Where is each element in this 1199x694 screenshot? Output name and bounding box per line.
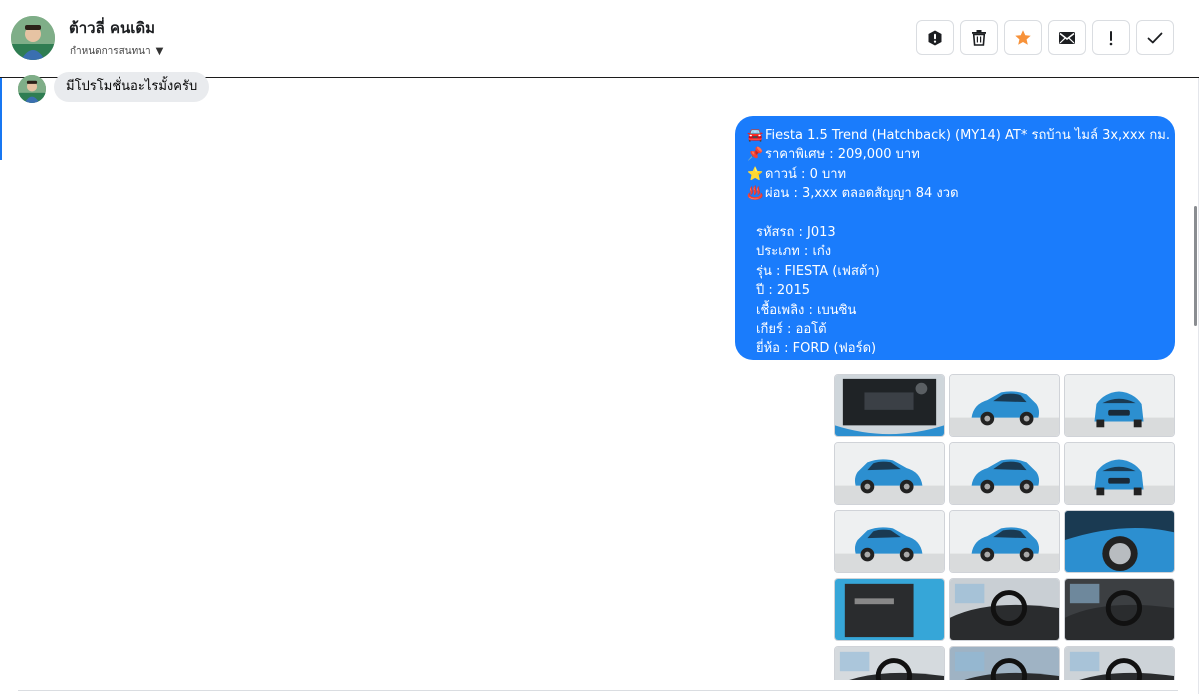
star-button[interactable]: [1004, 20, 1042, 55]
pin-emoji-icon: 📌: [747, 147, 764, 163]
spec-line: เชื้อเพลิง : เบนซิน: [756, 302, 857, 318]
sender-avatar: [18, 75, 46, 103]
photo-attachment-grid: [834, 374, 1175, 680]
status-label: กำหนดการสนทนา: [70, 46, 151, 57]
photo-front-left-low[interactable]: [834, 442, 945, 505]
incoming-message-bubble[interactable]: มีโปรโมชั่นอะไรมั้งครับ: [54, 72, 210, 102]
photo-front[interactable]: [1064, 374, 1175, 437]
photo-door-panel[interactable]: [834, 578, 945, 641]
composer-divider: [18, 690, 1178, 691]
message-line-down-payment: ⭐ ดาวน์ : 0 บาท: [747, 165, 1163, 184]
star-emoji-icon: ⭐: [747, 166, 764, 182]
photo-wheel-closeup[interactable]: [1064, 510, 1175, 573]
photo-side[interactable]: [949, 510, 1060, 573]
contact-name[interactable]: ต้าวลี่ คนเดิม: [69, 16, 155, 40]
exclamation-icon: [1109, 30, 1113, 45]
trash-icon: [972, 30, 986, 46]
star-icon: [1015, 29, 1031, 45]
message-line-title: 🚘 Fiesta 1.5 Trend (Hatchback) (MY14) AT*…: [747, 126, 1170, 145]
conversation-actions: [916, 20, 1174, 55]
scrollbar-thumb[interactable]: [1194, 206, 1197, 326]
photo-cabin[interactable]: [1064, 646, 1175, 680]
photo-rear-left-angle[interactable]: [834, 510, 945, 573]
spec-line: ประเภท : เก๋ง: [756, 244, 832, 260]
photo-dash-wide[interactable]: [834, 646, 945, 680]
photo-steering[interactable]: [949, 646, 1060, 680]
photo-center-console[interactable]: [1064, 578, 1175, 641]
photo-rear[interactable]: [1064, 442, 1175, 505]
conversation-list-edge: [0, 78, 2, 160]
message-line-installment: ♨️ ผ่อน : 3,xxx ตลอดสัญญา 84 งวด: [747, 184, 1163, 203]
follow-up-button[interactable]: [1092, 20, 1130, 55]
photo-front-left[interactable]: [949, 374, 1060, 437]
hot-springs-emoji-icon: ♨️: [747, 186, 764, 202]
conversation-status-dropdown[interactable]: กำหนดการสนทนา ▼: [70, 44, 163, 59]
contact-avatar[interactable]: [11, 16, 55, 60]
photo-engine-bay[interactable]: [834, 374, 945, 437]
spec-line: รหัสรถ : J013: [756, 225, 836, 241]
spec-line: ปี : 2015: [756, 283, 810, 299]
spec-line: ยี่ห้อ : FORD (ฟอร์ด): [756, 341, 877, 357]
photo-dashboard[interactable]: [949, 578, 1060, 641]
car-emoji-icon: 🚘: [747, 128, 764, 143]
mark-unread-button[interactable]: [1048, 20, 1086, 55]
spec-line: รุ่น : FIESTA (เฟสต้า): [756, 263, 880, 279]
conversation-header: ต้าวลี่ คนเดิม กำหนดการสนทนา ▼: [0, 0, 1199, 78]
mark-done-button[interactable]: [1136, 20, 1174, 55]
outgoing-message-bubble[interactable]: 🚘 Fiesta 1.5 Trend (Hatchback) (MY14) AT*…: [735, 116, 1175, 360]
report-spam-button[interactable]: [916, 20, 954, 55]
alert-circle-icon: [928, 30, 942, 45]
photo-rear-left[interactable]: [949, 442, 1060, 505]
spec-line: เกียร์ : ออโต้: [756, 322, 827, 338]
envelope-icon: [1059, 31, 1075, 44]
caret-down-icon: ▼: [155, 46, 164, 57]
delete-button[interactable]: [960, 20, 998, 55]
check-icon: [1147, 32, 1163, 43]
message-line-price: 📌 ราคาพิเศษ : 209,000 บาท: [747, 145, 1163, 164]
